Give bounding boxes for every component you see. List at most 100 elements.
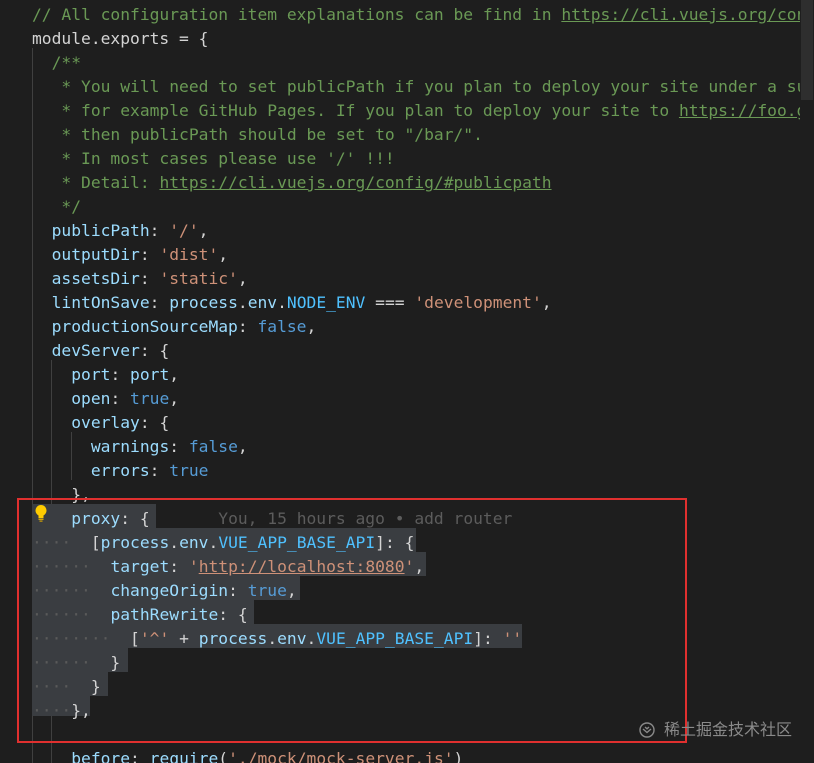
code-line[interactable]: warnings: false,	[32, 435, 248, 459]
code-token: 'static'	[159, 269, 238, 288]
code-token: * then publicPath should be set to "/bar…	[32, 125, 483, 144]
code-line[interactable]: devServer: {	[32, 339, 170, 363]
code-token: // All configuration item explanations c…	[32, 5, 562, 24]
code-line[interactable]: productionSourceMap: false,	[32, 315, 317, 339]
code-token: open	[71, 389, 111, 408]
code-token: overlay	[71, 413, 140, 432]
code-token: * In most cases please use '/' !!!	[32, 149, 395, 168]
code-line[interactable]: module.exports = {	[32, 27, 208, 51]
code-token: ,	[169, 365, 180, 384]
code-token: 'dist'	[159, 245, 219, 264]
code-token: before	[71, 749, 131, 763]
code-line[interactable]: publicPath: '/',	[32, 219, 209, 243]
code-token: module.exports = {	[32, 29, 209, 48]
code-token: https://cli.vuejs.org/config/#publicpath	[159, 173, 552, 192]
code-token: env	[247, 293, 278, 312]
code-token: assetsDir	[51, 269, 140, 288]
code-token: 'development'	[414, 293, 542, 312]
code-token: :	[110, 389, 131, 408]
code-token: :	[139, 245, 160, 264]
code-token: ,	[541, 293, 552, 312]
code-token: :	[149, 461, 170, 480]
code-line[interactable]: * for example GitHub Pages. If you plan …	[32, 99, 814, 123]
code-token: * You will need to set publicPath if you…	[32, 77, 814, 96]
code-token: https://cli.vuejs.org/config/	[561, 5, 814, 24]
code-token: lintOnSave	[51, 293, 150, 312]
code-token: '/'	[169, 221, 199, 240]
code-token: errors	[90, 461, 150, 480]
code-token: * for example GitHub Pages. If you plan …	[32, 101, 679, 120]
code-token: ,	[237, 437, 248, 456]
code-token: : {	[139, 341, 170, 360]
code-token: false	[257, 317, 307, 336]
code-token: outputDir	[51, 245, 140, 264]
code-token: port	[130, 365, 170, 384]
code-line[interactable]: * In most cases please use '/' !!!	[32, 147, 395, 171]
code-line[interactable]: * then publicPath should be set to "/bar…	[32, 123, 483, 147]
code-line[interactable]: open: true,	[32, 387, 179, 411]
code-token: devServer	[51, 341, 140, 360]
code-token: :	[110, 365, 131, 384]
highlight-box	[17, 498, 687, 743]
watermark-text: 稀土掘金技术社区	[663, 720, 792, 739]
code-token: :	[237, 317, 258, 336]
code-token: .	[277, 293, 287, 312]
code-token: :	[149, 293, 170, 312]
code-token: :	[169, 437, 189, 456]
juejin-logo-icon	[639, 722, 655, 738]
code-line[interactable]: */	[32, 195, 81, 219]
code-token: ,	[306, 317, 317, 336]
code-line[interactable]: before: require('./mock/mock-server.js')	[32, 747, 463, 763]
code-token: .	[237, 293, 248, 312]
code-line[interactable]: * Detail: https://cli.vuejs.org/config/#…	[32, 171, 552, 195]
code-token: ,	[169, 389, 180, 408]
code-token: process	[169, 293, 238, 312]
vertical-scrollbar[interactable]	[800, 0, 814, 763]
code-line[interactable]: outputDir: 'dist',	[32, 243, 228, 267]
code-token: false	[188, 437, 238, 456]
watermark: 稀土掘金技术社区	[639, 719, 792, 741]
code-token: /**	[32, 53, 82, 72]
code-editor[interactable]: // All configuration item explanations c…	[0, 0, 814, 763]
code-token: ,	[218, 245, 229, 264]
code-token: port	[71, 365, 111, 384]
code-token: publicPath	[51, 221, 150, 240]
code-token: require	[149, 749, 219, 763]
code-token: true	[130, 389, 170, 408]
code-token: */	[32, 197, 82, 216]
code-line[interactable]: /**	[32, 51, 81, 75]
code-token: https://foo.github.io/bar/	[678, 101, 814, 120]
code-token: ===	[365, 293, 415, 312]
code-token: )	[453, 749, 464, 763]
code-token: './mock/mock-server.js'	[228, 749, 454, 763]
code-token: productionSourceMap	[51, 317, 238, 336]
code-token: (	[218, 749, 229, 763]
code-token: * Detail:	[32, 173, 160, 192]
code-token: : {	[139, 413, 170, 432]
code-line[interactable]: * You will need to set publicPath if you…	[32, 75, 814, 99]
code-token: ,	[198, 221, 209, 240]
code-line[interactable]: // All configuration item explanations c…	[32, 3, 814, 27]
code-line[interactable]: lintOnSave: process.env.NODE_ENV === 'de…	[32, 291, 552, 315]
code-token: :	[149, 221, 170, 240]
code-token: :	[130, 749, 150, 763]
code-token: NODE_ENV	[286, 293, 366, 312]
code-token: true	[169, 461, 209, 480]
code-token: warnings	[90, 437, 170, 456]
code-token: ,	[237, 269, 248, 288]
code-line[interactable]: errors: true	[32, 459, 209, 483]
code-line[interactable]: overlay: {	[32, 411, 169, 435]
code-line[interactable]: port: port,	[32, 363, 179, 387]
scrollbar-thumb[interactable]	[801, 0, 813, 100]
code-token: :	[139, 269, 160, 288]
code-line[interactable]: assetsDir: 'static',	[32, 267, 248, 291]
